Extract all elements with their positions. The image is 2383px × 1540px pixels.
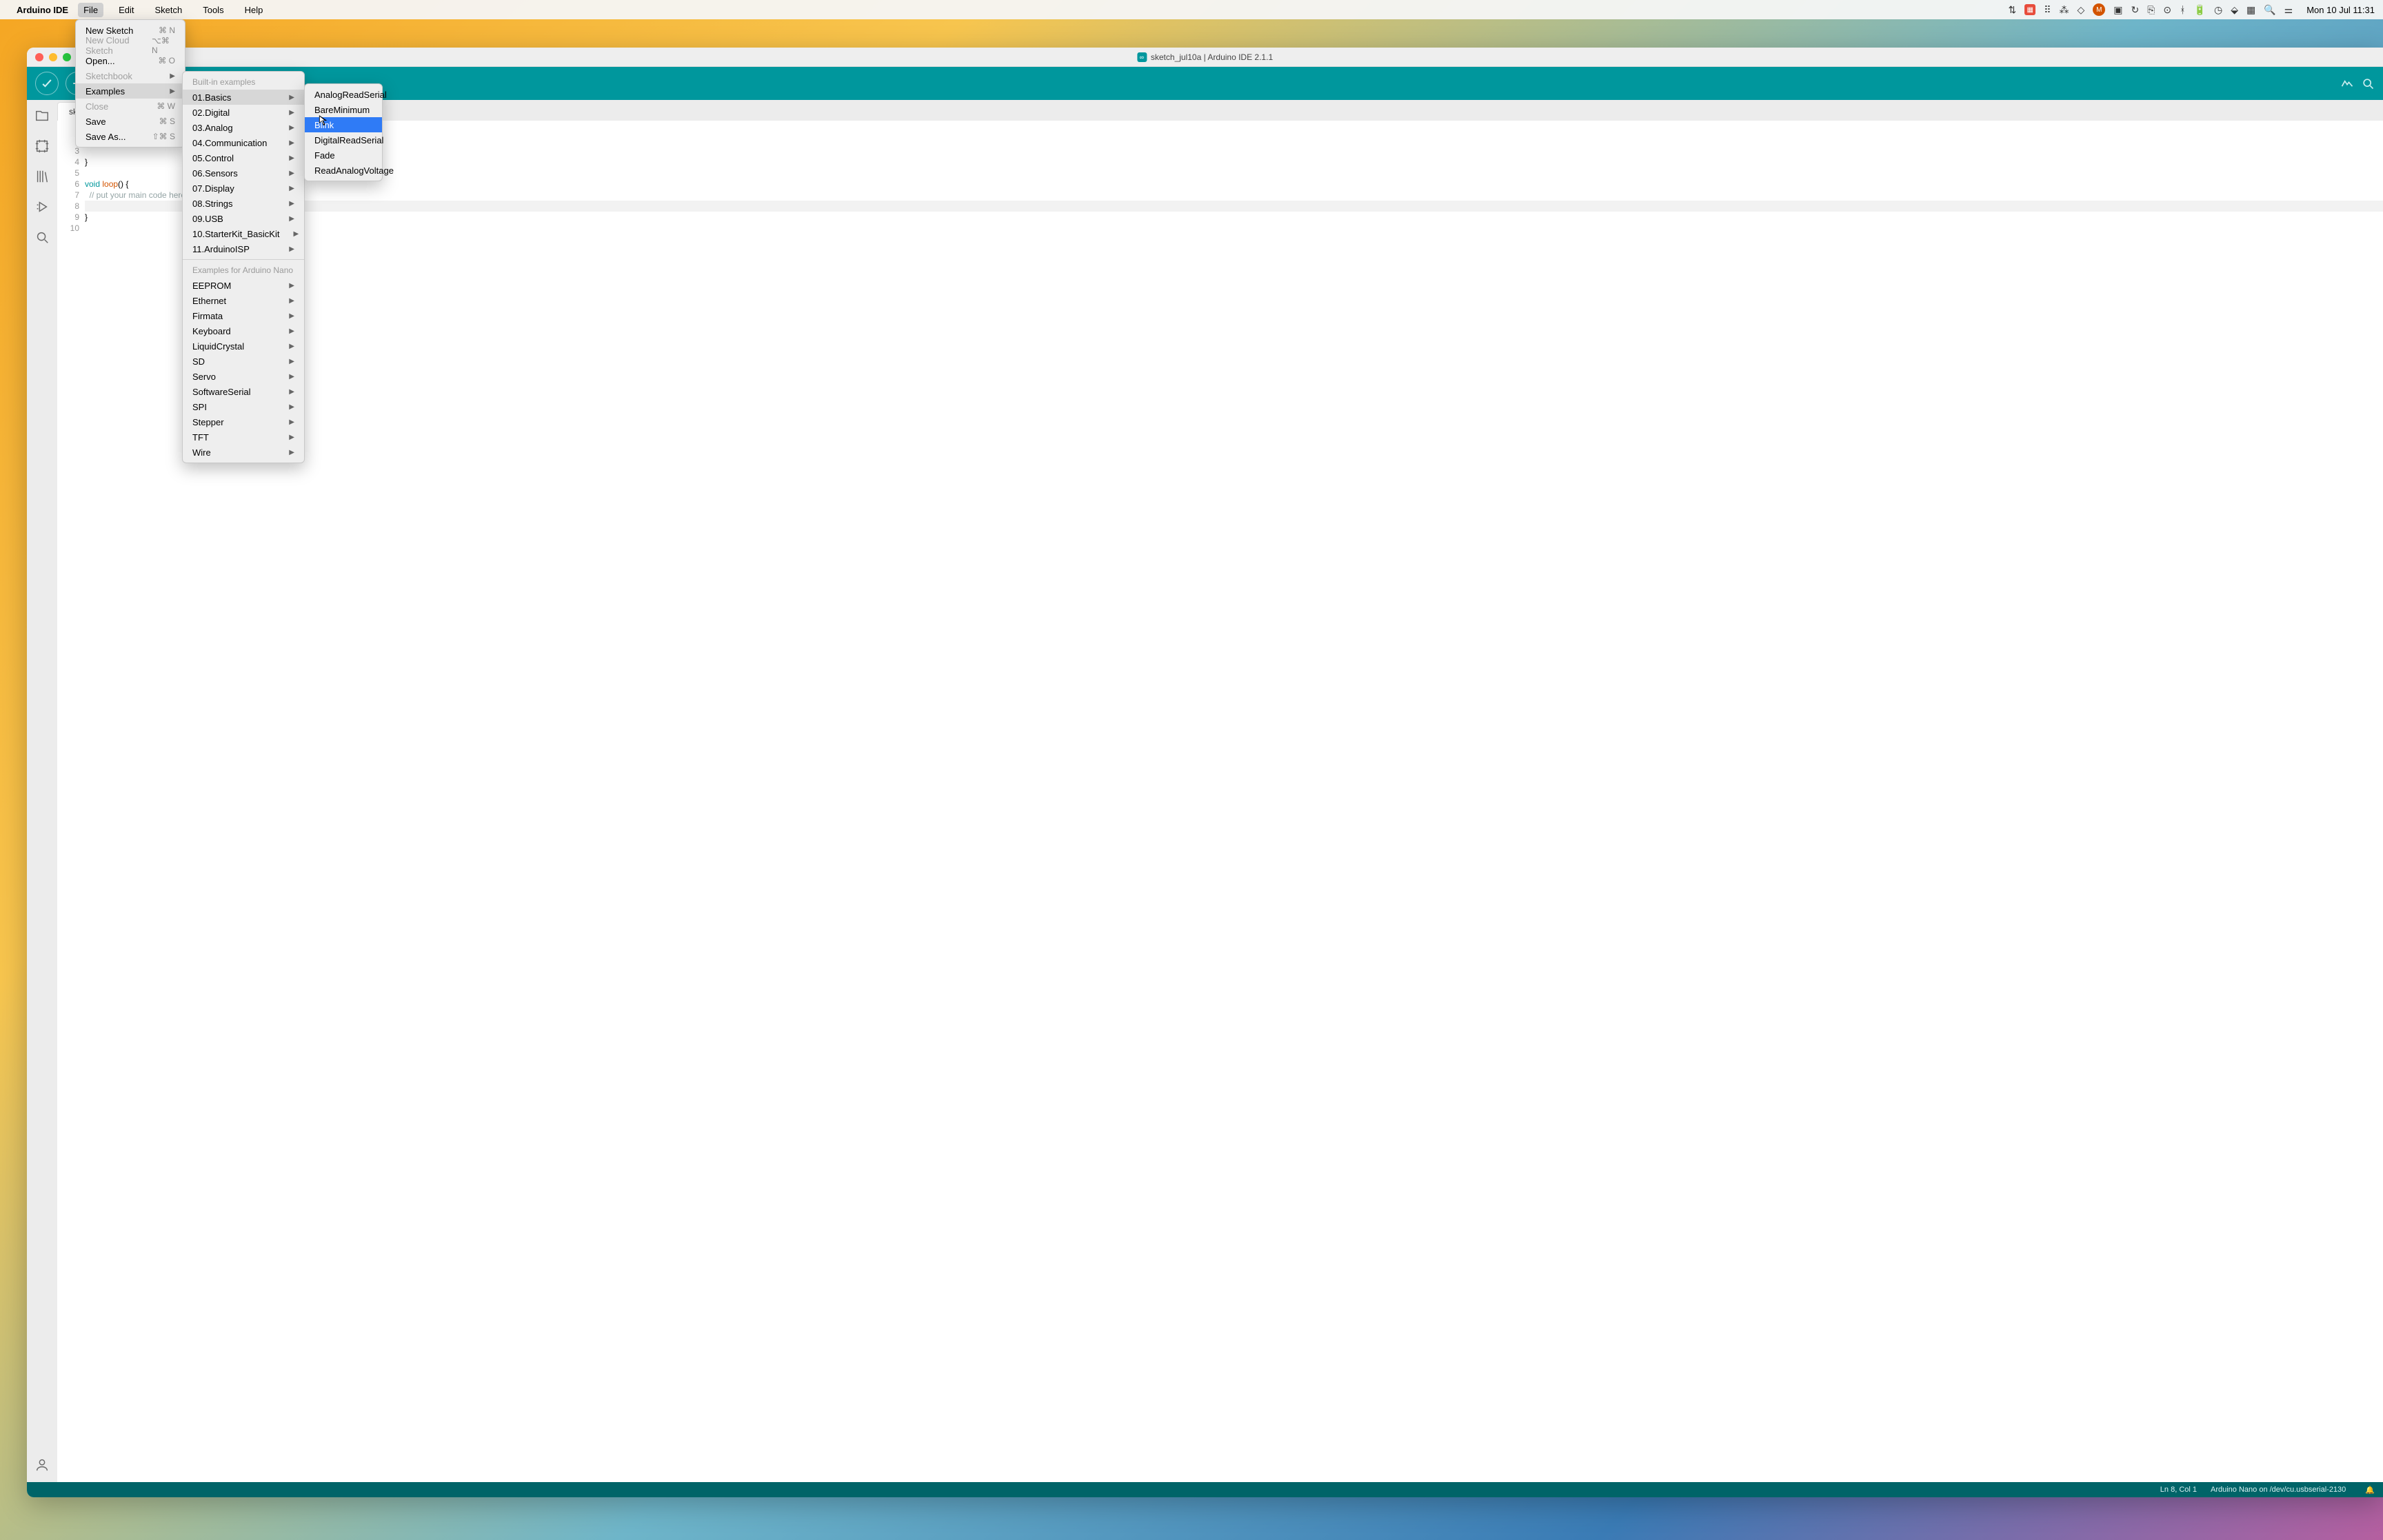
editor-tabbar: sketch_jul10a.ino	[57, 100, 2383, 121]
menu-section-header: Examples for Arduino Nano	[183, 263, 304, 278]
tray-icon[interactable]: ↻	[2131, 4, 2139, 16]
menu-help[interactable]: Help	[239, 3, 269, 17]
boards-manager-icon[interactable]	[34, 139, 50, 154]
menu-tools[interactable]: Tools	[197, 3, 229, 17]
tray-icon[interactable]: ⁂	[2059, 4, 2069, 16]
window-title: ∞ sketch_jul10a | Arduino IDE 2.1.1	[1137, 52, 1273, 62]
tray-icon[interactable]: ⎘	[2147, 4, 2155, 16]
file-menu: New Sketch⌘ NNew Cloud Sketch⌥⌘ NOpen...…	[75, 19, 185, 148]
file-menu-item: Close⌘ W	[76, 99, 185, 114]
examples-menu-item[interactable]: 10.StarterKit_BasicKit▶	[183, 226, 304, 241]
close-button[interactable]	[35, 53, 43, 61]
menu-sketch[interactable]: Sketch	[149, 3, 188, 17]
control-center-icon[interactable]: ⚌	[2284, 4, 2293, 16]
examples-menu-item[interactable]: Wire▶	[183, 445, 304, 460]
examples-menu-item[interactable]: SPI▶	[183, 399, 304, 414]
examples-menu-item[interactable]: EEPROM▶	[183, 278, 304, 293]
account-icon[interactable]	[34, 1457, 50, 1472]
line-gutter: 12345678910	[57, 121, 85, 1482]
battery-icon[interactable]: 🔋	[2194, 4, 2206, 16]
file-menu-item: Sketchbook▶	[76, 68, 185, 83]
menubar-tray: ⇅ ▦ ⠿ ⁂ ◇ M ▣ ↻ ⎘ ⊙ ᚼ 🔋 ◷ ⬙ ▦ 🔍 ⚌ Mon 10…	[2008, 3, 2375, 16]
basics-menu-item[interactable]: Fade	[305, 148, 382, 163]
tray-icon[interactable]: ▣	[2113, 4, 2122, 16]
activity-bar	[27, 100, 57, 1482]
examples-menu-item[interactable]: Servo▶	[183, 369, 304, 384]
tray-icon[interactable]: ▦	[2246, 4, 2255, 16]
examples-menu-item[interactable]: 01.Basics▶	[183, 90, 304, 105]
app-name[interactable]: Arduino IDE	[17, 5, 68, 15]
basics-submenu: AnalogReadSerialBareMinimumBlinkDigitalR…	[304, 83, 383, 181]
verify-button[interactable]	[35, 72, 59, 95]
menubar-clock[interactable]: Mon 10 Jul 11:31	[2306, 5, 2375, 15]
code-editor[interactable]: 12345678910 void setup() { // put your s…	[57, 121, 2383, 1482]
examples-menu-item[interactable]: 11.ArduinoISP▶	[183, 241, 304, 256]
cursor-position: Ln 8, Col 1	[2160, 1486, 2197, 1494]
code-lines[interactable]: void setup() { // put your setup code he…	[85, 121, 2383, 1482]
bluetooth-icon[interactable]: ᚼ	[2180, 4, 2185, 15]
examples-menu-item[interactable]: 07.Display▶	[183, 181, 304, 196]
board-port[interactable]: Arduino Nano on /dev/cu.usbserial-2130	[2211, 1486, 2346, 1494]
file-menu-item[interactable]: Save As...⇧⌘ S	[76, 129, 185, 144]
menu-section-header: Built-in examples	[183, 74, 304, 90]
basics-menu-item[interactable]: AnalogReadSerial	[305, 87, 382, 102]
examples-menu-item[interactable]: Firmata▶	[183, 308, 304, 323]
window-titlebar[interactable]: ∞ sketch_jul10a | Arduino IDE 2.1.1	[27, 48, 2383, 67]
examples-menu-item[interactable]: Ethernet▶	[183, 293, 304, 308]
file-menu-item[interactable]: Examples▶	[76, 83, 185, 99]
sketchbook-icon[interactable]	[34, 108, 50, 123]
arduino-logo-icon: ∞	[1137, 52, 1147, 62]
serial-monitor-icon[interactable]	[2361, 77, 2375, 90]
examples-menu-item[interactable]: Keyboard▶	[183, 323, 304, 338]
examples-menu-item[interactable]: 03.Analog▶	[183, 120, 304, 135]
notifications-icon[interactable]: 🔔	[2365, 1486, 2375, 1495]
examples-submenu: Built-in examples01.Basics▶02.Digital▶03…	[182, 71, 305, 463]
basics-menu-item[interactable]: BareMinimum	[305, 102, 382, 117]
tray-icon[interactable]: M	[2093, 3, 2105, 16]
tray-icon[interactable]: ⇅	[2008, 4, 2016, 16]
basics-menu-item[interactable]: ReadAnalogVoltage	[305, 163, 382, 178]
wifi-icon[interactable]: ⬙	[2231, 4, 2238, 16]
macos-menubar: Arduino IDE File Edit Sketch Tools Help …	[0, 0, 2383, 19]
examples-menu-item[interactable]: SoftwareSerial▶	[183, 384, 304, 399]
examples-menu-item[interactable]: TFT▶	[183, 429, 304, 445]
examples-menu-item[interactable]: 08.Strings▶	[183, 196, 304, 211]
examples-menu-item[interactable]: SD▶	[183, 354, 304, 369]
examples-menu-item[interactable]: 02.Digital▶	[183, 105, 304, 120]
debug-icon[interactable]	[34, 199, 50, 214]
dropbox-icon[interactable]: ⠿	[2044, 4, 2051, 16]
examples-menu-item[interactable]: 09.USB▶	[183, 211, 304, 226]
search-icon[interactable]: 🔍	[2264, 4, 2275, 16]
check-icon	[40, 77, 54, 90]
tray-icon[interactable]: ▦	[2024, 4, 2035, 15]
tray-icon[interactable]: ◇	[2077, 4, 2084, 16]
basics-menu-item[interactable]: Blink	[305, 117, 382, 132]
arduino-ide-window: ∞ sketch_jul10a | Arduino IDE 2.1.1	[27, 48, 2383, 1497]
zoom-button[interactable]	[63, 53, 71, 61]
traffic-lights	[35, 53, 71, 61]
menu-file[interactable]: File	[78, 3, 103, 17]
examples-menu-item[interactable]: 06.Sensors▶	[183, 165, 304, 181]
examples-menu-item[interactable]: 04.Communication▶	[183, 135, 304, 150]
status-bar: Ln 8, Col 1 Arduino Nano on /dev/cu.usbs…	[27, 1482, 2383, 1497]
basics-menu-item[interactable]: DigitalReadSerial	[305, 132, 382, 148]
examples-menu-item[interactable]: LiquidCrystal▶	[183, 338, 304, 354]
menu-edit[interactable]: Edit	[113, 3, 139, 17]
editor-area: sketch_jul10a.ino 12345678910 void setup…	[57, 100, 2383, 1482]
tray-icon[interactable]: ◷	[2214, 4, 2222, 16]
examples-menu-item[interactable]: Stepper▶	[183, 414, 304, 429]
file-menu-item[interactable]: Save⌘ S	[76, 114, 185, 129]
minimize-button[interactable]	[49, 53, 57, 61]
serial-plotter-icon[interactable]	[2340, 77, 2354, 90]
tray-icon[interactable]: ⊙	[2163, 4, 2171, 16]
examples-menu-item[interactable]: 05.Control▶	[183, 150, 304, 165]
search-icon[interactable]	[34, 230, 50, 245]
file-menu-item: New Cloud Sketch⌥⌘ N	[76, 38, 185, 53]
library-manager-icon[interactable]	[34, 169, 50, 184]
